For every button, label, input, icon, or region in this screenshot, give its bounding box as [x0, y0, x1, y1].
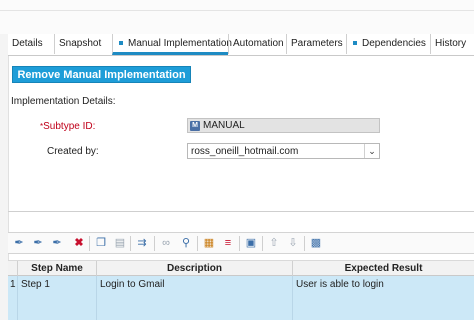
step-name-cell[interactable]: Step 1 — [18, 276, 97, 320]
grid-header: Step Name Description Expected Result — [8, 260, 474, 276]
expected-result-cell[interactable]: User is able to login — [293, 276, 474, 320]
top-bar — [0, 0, 474, 35]
modified-dot-icon — [119, 40, 123, 45]
subtype-id-label: *Subtype ID: — [40, 121, 96, 132]
call-test-icon[interactable]: ⇉ — [135, 236, 149, 250]
modified-dot-icon — [353, 40, 357, 45]
toolbar-separator — [154, 236, 155, 251]
delete-icon[interactable]: ✖ — [72, 236, 86, 250]
tab-snapshot[interactable]: Snapshot — [54, 34, 112, 54]
tab-details[interactable]: Details — [8, 34, 54, 54]
renumber-steps-icon[interactable]: ✒ — [50, 236, 64, 250]
paste-icon[interactable]: ▤ — [113, 236, 127, 250]
created-by-select[interactable]: ross_oneill_hotmail.com ⌄ — [187, 143, 380, 159]
created-by-value: ross_oneill_hotmail.com — [191, 146, 299, 157]
tab-parameters[interactable]: Parameters — [286, 34, 346, 54]
description-cell[interactable]: Login to Gmail — [97, 276, 293, 320]
remove-manual-implementation-button[interactable]: Remove Manual Implementation — [12, 66, 191, 83]
implementation-details-heading: Implementation Details: — [11, 96, 116, 107]
link-icon[interactable]: ∞ — [159, 236, 173, 250]
generate-script-icon[interactable]: ≡ — [221, 236, 235, 250]
save-icon[interactable]: ▣ — [244, 236, 258, 250]
tab-history[interactable]: History — [430, 34, 474, 54]
row-number-header — [8, 261, 18, 276]
subtype-id-value: MANUAL — [203, 120, 245, 131]
copy-icon[interactable]: ❐ — [94, 236, 108, 250]
toolbar-separator — [239, 236, 240, 251]
toolbar-separator — [89, 236, 90, 251]
tab-automation[interactable]: Automation — [228, 34, 286, 54]
column-header-step-name[interactable]: Step Name — [18, 261, 97, 276]
column-header-description[interactable]: Description — [97, 261, 293, 276]
new-step-after-icon[interactable]: ✒ — [31, 236, 45, 250]
subtype-id-field: M MANUAL — [187, 118, 380, 133]
top-bar-divider — [0, 10, 474, 11]
find-icon[interactable]: ⚲ — [179, 236, 193, 250]
manual-type-icon: M — [190, 121, 200, 131]
toolbar-separator — [197, 236, 198, 251]
toolbar-separator — [304, 236, 305, 251]
table-row[interactable]: 1 Step 1 Login to Gmail User is able to … — [8, 276, 474, 320]
created-by-label: Created by: — [47, 146, 99, 157]
toolbar-separator — [130, 236, 131, 251]
row-number: 1 — [8, 276, 18, 320]
panel-splitter[interactable] — [8, 211, 474, 212]
column-header-expected-result[interactable]: Expected Result — [293, 261, 474, 276]
tab-dependencies[interactable]: Dependencies — [346, 34, 430, 54]
tab-manual-implementation[interactable]: Manual Implementation — [112, 34, 232, 55]
design-steps-grid: Step Name Description Expected Result 1 … — [8, 260, 474, 320]
expand-view-icon[interactable]: ▩ — [309, 236, 323, 250]
move-down-icon[interactable]: ⇩ — [286, 236, 300, 250]
steps-toolbar: ✒ ✒ ✒ ✖ ❐ ▤ ⇉ ∞ ⚲ ▦ ≡ ▣ ⇧ ⇩ ▩ — [8, 232, 474, 254]
tab-bar: Details Snapshot Manual Implementation A… — [8, 34, 474, 56]
toolbar-separator — [262, 236, 263, 251]
move-up-icon[interactable]: ⇧ — [267, 236, 281, 250]
chevron-down-icon[interactable]: ⌄ — [364, 144, 379, 158]
new-step-icon[interactable]: ✒ — [12, 236, 26, 250]
insert-parameter-icon[interactable]: ▦ — [202, 236, 216, 250]
